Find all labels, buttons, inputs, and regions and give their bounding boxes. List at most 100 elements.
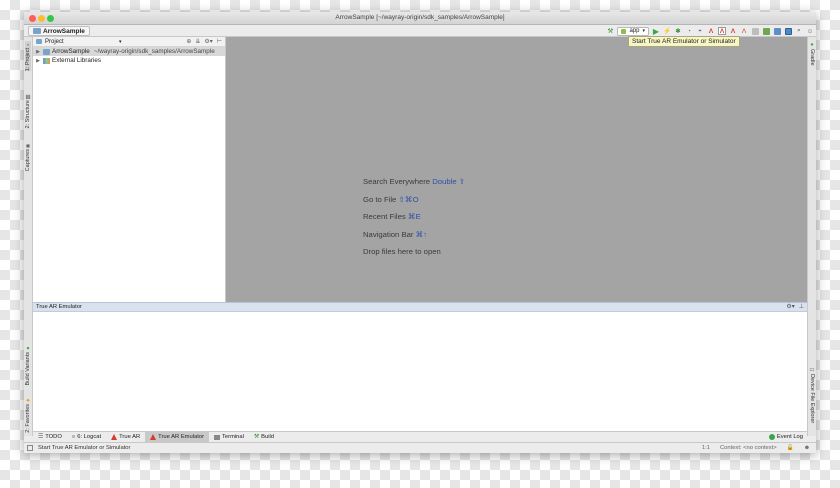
project-panel-header: Project ▾ ⊕ ⇊ ⚙▾ ⊢ [33, 37, 225, 47]
true-ar-icon [111, 434, 118, 440]
folder-icon [43, 48, 50, 55]
favorites-tab-label: 2: Favorites [25, 404, 31, 433]
run-icon[interactable]: ▶ [652, 27, 660, 36]
ide-window: ArrowSample [~/wayray-origin/sdk_samples… [24, 12, 816, 453]
profile-icon[interactable]: ◔ [685, 27, 693, 35]
structure-tab-label: 2: Structure [25, 100, 31, 129]
lock-icon[interactable]: 🔓 [787, 445, 794, 451]
search-icon[interactable]: ⌕ [795, 27, 803, 35]
folder-icon: ▪ [25, 41, 31, 47]
project-panel: Project ▾ ⊕ ⇊ ⚙▾ ⊢ ▶ ArrowSample ~/wayra… [33, 37, 226, 302]
gear-icon[interactable]: ⚙▾ [204, 38, 212, 45]
bottom-tool-tabs: ☰ TODO ≡ 6: Logcat True AR True AR Emula… [33, 431, 807, 442]
context-indicator[interactable]: Context: <no context> [720, 445, 777, 451]
view-selector[interactable]: Project [45, 39, 64, 45]
emulator-panel-title: True AR Emulator [36, 304, 82, 310]
build-icon: ⚒ [253, 434, 260, 440]
device-icon: ▭ [809, 367, 815, 373]
hint-navigation-bar: Navigation Bar ⌘↑ [363, 229, 428, 239]
true-ar-emulator-icon [150, 434, 157, 440]
library-icon [43, 57, 50, 64]
title-bar: ArrowSample [~/wayray-origin/sdk_samples… [24, 12, 816, 25]
tooltip: Start True AR Emulator or Simulator [628, 36, 740, 47]
right-tool-strip: ● Gradle ▭ Device File Explorer [807, 37, 816, 436]
structure-icon: ▦ [25, 93, 31, 99]
run-config-select[interactable]: app ▾ [617, 26, 649, 36]
device-file-explorer-tab-label: Device File Explorer [809, 374, 815, 424]
tab-build-variants[interactable]: Build Variants ● [25, 345, 31, 386]
tab-true-ar[interactable]: True AR [106, 432, 145, 442]
logcat-icon: ≡ [71, 434, 76, 440]
expand-arrow-icon[interactable]: ▶ [35, 58, 41, 64]
terminal-icon [214, 434, 221, 440]
event-log-button[interactable]: Event Log [768, 432, 803, 442]
camera-icon: ◉ [25, 142, 31, 148]
panel-header-icons: ⊕ ⇊ ⚙▾ ⊢ [186, 38, 222, 45]
todo-icon: ☰ [38, 434, 44, 440]
event-log-icon [768, 434, 775, 440]
chevron-down-icon: ▾ [642, 28, 645, 34]
tab-terminal[interactable]: Terminal [209, 432, 249, 442]
tab-true-ar-emulator[interactable]: True AR Emulator [145, 432, 210, 442]
project-structure-icon[interactable] [784, 27, 792, 35]
instant-run-icon[interactable]: ⚡ [663, 27, 671, 35]
breadcrumb-label: ArrowSample [43, 27, 85, 35]
tree-item-external-libraries[interactable]: ▶ External Libraries [33, 56, 225, 65]
editor-hints: Search Everywhere Double ⇧ Go to File ⇧⌘… [363, 177, 465, 265]
android-icon: ● [25, 345, 31, 351]
gradle-tab-label: Gradle [809, 49, 815, 66]
cursor-position[interactable]: 1:1 [702, 445, 710, 451]
hide-icon[interactable]: ⊢ [217, 38, 222, 45]
tab-captures[interactable]: Captures ◉ [25, 142, 31, 171]
hint-recent-files: Recent Files ⌘E [363, 212, 421, 221]
folder-icon [36, 39, 42, 44]
hide-icon[interactable]: ⊥ [799, 303, 804, 310]
chevron-down-icon[interactable]: ▾ [119, 39, 122, 45]
tree-item-arrowsample[interactable]: ▶ ArrowSample ~/wayray-origin/sdk_sample… [33, 47, 225, 56]
status-right: 1:1 Context: <no context> 🔓 ☻ [702, 445, 810, 451]
true-ar-emulator-panel: True AR Emulator ⚙▾ ⊥ [33, 302, 807, 431]
tab-favorites[interactable]: 2: Favorites ★ [25, 397, 31, 433]
gradle-icon: ● [809, 42, 815, 48]
tab-gradle[interactable]: ● Gradle [809, 42, 815, 66]
tree-item-path: ~/wayray-origin/sdk_samples/ArrowSample [93, 48, 215, 55]
emulator-panel-header: True AR Emulator ⚙▾ ⊥ [33, 303, 807, 312]
true-ar-emulator-icon[interactable]: Λ [718, 27, 726, 35]
hammer-icon[interactable]: ⚒ [606, 27, 614, 35]
user-icon[interactable]: ☺ [806, 27, 814, 35]
stop-icon[interactable] [751, 27, 759, 35]
app-config-icon [621, 28, 627, 34]
tab-project[interactable]: 1: Project ▪ [25, 41, 31, 72]
status-message: Start True AR Emulator or Simulator [38, 445, 131, 451]
tab-structure[interactable]: 2: Structure ▦ [25, 93, 31, 128]
breadcrumb[interactable]: ArrowSample [28, 26, 90, 36]
window-title: ArrowSample [~/wayray-origin/sdk_samples… [335, 14, 505, 21]
true-ar-icon[interactable]: Λ [707, 27, 715, 35]
tree-item-label: ArrowSample [52, 48, 90, 55]
run-config-label: app [629, 28, 640, 34]
tree-item-label: External Libraries [52, 57, 101, 64]
gear-icon[interactable]: ⚙▾ [786, 303, 794, 310]
expand-arrow-icon[interactable]: ▶ [35, 49, 41, 55]
apply-changes-icon[interactable]: Λ [740, 27, 748, 35]
hint-go-to-file: Go to File ⇧⌘O [363, 194, 419, 204]
folder-icon [33, 28, 41, 34]
hint-search-everywhere: Search Everywhere Double ⇧ [363, 177, 466, 186]
tab-build[interactable]: ⚒ Build [249, 432, 279, 442]
project-tab-label: 1: Project [25, 48, 31, 72]
sdk-manager-icon[interactable] [762, 27, 770, 35]
tool-windows-toggle-icon[interactable] [27, 445, 33, 451]
editor-area[interactable]: Search Everywhere Double ⇧ Go to File ⇧⌘… [226, 37, 807, 302]
debug-icon[interactable]: ✱ [674, 27, 682, 35]
inspector-icon[interactable]: ☻ [804, 445, 810, 451]
tab-device-file-explorer[interactable]: ▭ Device File Explorer [809, 367, 815, 423]
target-icon[interactable]: ⊕ [186, 38, 191, 45]
collapse-icon[interactable]: ⇊ [195, 38, 200, 45]
avd-manager-icon[interactable] [773, 27, 781, 35]
left-tool-strip: 1: Project ▪ 2: Structure ▦ Captures ◉ B… [24, 37, 33, 436]
tab-logcat[interactable]: ≡ 6: Logcat [67, 432, 106, 442]
tab-todo[interactable]: ☰ TODO [33, 432, 67, 442]
true-ar-device-icon[interactable]: Λ [729, 27, 737, 35]
hint-drop-files: Drop files here to open [363, 247, 441, 256]
attach-icon[interactable]: ◓ [696, 27, 704, 35]
